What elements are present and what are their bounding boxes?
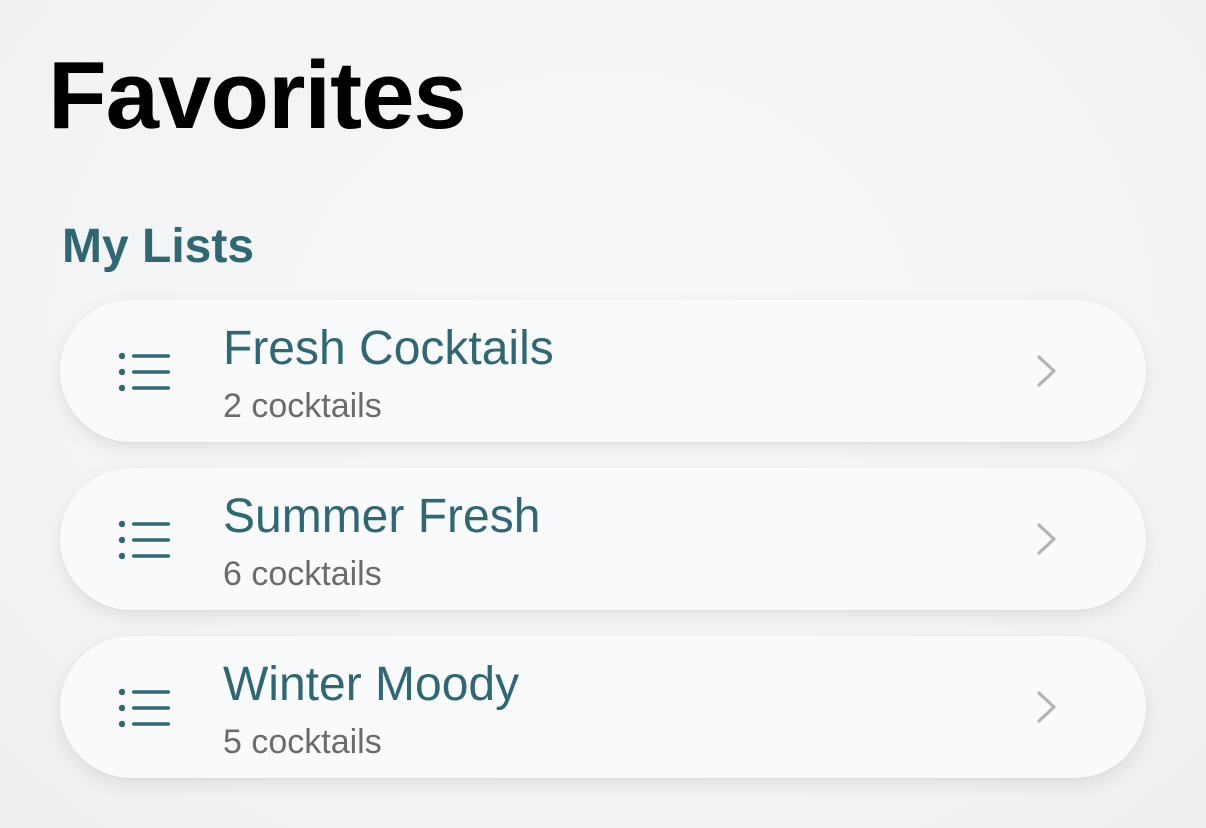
list-count: 6 cocktails <box>223 555 382 593</box>
chevron-right-icon <box>1037 523 1056 555</box>
favorites-screen: Favorites My Lists Fresh Cocktails 2 coc… <box>0 0 1206 828</box>
section-header-my-lists: My Lists <box>62 220 255 273</box>
list-bullet-icon <box>118 352 170 392</box>
list-count: 2 cocktails <box>223 387 382 425</box>
list-item-winter-moody[interactable]: Winter Moody 5 cocktails <box>60 636 1146 778</box>
chevron-right-icon <box>1037 355 1056 387</box>
list-name: Summer Fresh <box>223 490 541 543</box>
list-item-summer-fresh[interactable]: Summer Fresh 6 cocktails <box>60 468 1146 610</box>
list-bullet-icon <box>118 688 170 728</box>
chevron-right-icon <box>1037 691 1056 723</box>
page-title: Favorites <box>48 42 467 149</box>
list-name: Winter Moody <box>223 658 520 711</box>
list-bullet-icon <box>118 520 170 560</box>
list-count: 5 cocktails <box>223 723 382 761</box>
list-item-fresh-cocktails[interactable]: Fresh Cocktails 2 cocktails <box>60 300 1146 442</box>
list-name: Fresh Cocktails <box>223 322 554 375</box>
my-lists-list: Fresh Cocktails 2 cocktails Summer Fresh… <box>60 300 1146 804</box>
